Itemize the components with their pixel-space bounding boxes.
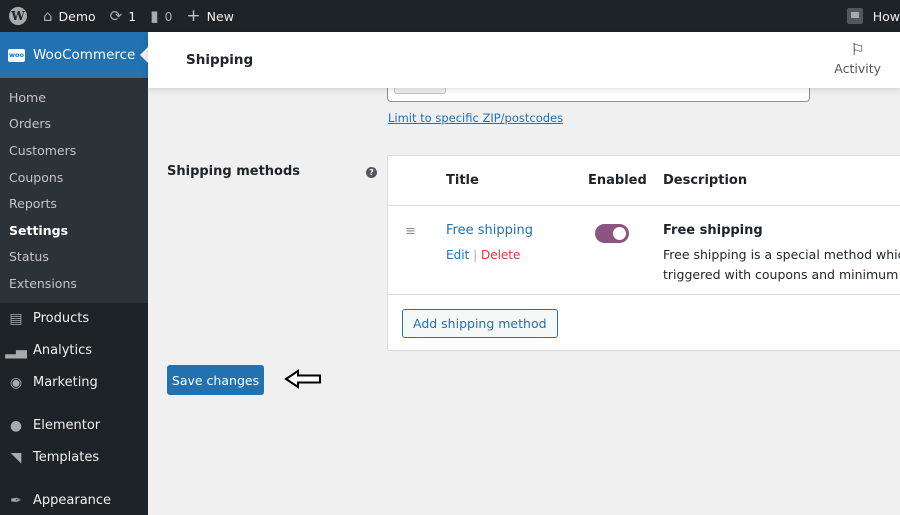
sidebar-item-label: Elementor (33, 418, 101, 434)
activity-label: Activity (834, 61, 881, 76)
page-header: Shipping ⚐ Activity (148, 32, 900, 88)
sidebar-item-label: Templates (33, 450, 100, 466)
submenu-item-status[interactable]: Status (0, 244, 148, 271)
method-title-link[interactable]: Free shipping (446, 223, 533, 238)
wordpress-menu[interactable]: W (0, 0, 36, 32)
archive-icon: ▤ (9, 310, 23, 327)
sidebar-item-label: Products (33, 311, 90, 327)
table-row: ≡ Free shipping Edit | Delete Free shipp… (388, 206, 900, 295)
new-label: New (206, 8, 234, 24)
submenu-item-reports[interactable]: Reports (0, 190, 148, 217)
updates-link[interactable]: ⟳ 1 (103, 0, 144, 32)
shipping-methods-table: Title Enabled Description ≡ Free shippin… (387, 155, 900, 351)
edit-link[interactable]: Edit (446, 248, 469, 262)
column-description: Description (663, 173, 748, 188)
notification-icon[interactable] (846, 8, 863, 24)
submenu-item-orders[interactable]: Orders (0, 111, 148, 138)
sidebar-item-label: Analytics (33, 343, 93, 359)
table-footer: Add shipping method (388, 295, 900, 350)
column-title: Title (446, 173, 479, 188)
sidebar-item-templates[interactable]: ◥ Templates (0, 442, 148, 474)
wordpress-logo-icon: W (9, 7, 27, 25)
save-changes-button[interactable]: Save changes (167, 365, 264, 395)
pointer-arrow-icon (284, 369, 321, 389)
sidebar-item-analytics[interactable]: ▂▄ Analytics (0, 335, 148, 367)
activity-button[interactable]: ⚐ Activity (834, 40, 881, 77)
sidebar-item-label: WooCommerce (33, 47, 136, 63)
sidebar-item-label: Appearance (33, 493, 112, 509)
sidebar-item-products[interactable]: ▤ Products (0, 303, 148, 335)
method-description-title: Free shipping (663, 223, 763, 238)
site-name-link[interactable]: ⌂ Demo (36, 0, 103, 32)
comments-count: 0 (164, 8, 173, 24)
sidebar-item-elementor[interactable]: ● Elementor (0, 410, 148, 442)
submenu-item-settings[interactable]: Settings (0, 217, 148, 244)
admin-bar: W ⌂ Demo ⟳ 1 ▮ 0 + New How (0, 0, 900, 32)
shipping-methods-label: Shipping methods (167, 164, 301, 179)
comment-icon: ▮ (150, 6, 159, 25)
add-shipping-method-button[interactable]: Add shipping method (402, 309, 558, 338)
description-line: Free shipping is a special method which … (663, 247, 900, 262)
submenu-item-coupons[interactable]: Coupons (0, 164, 148, 191)
sidebar-item-woocommerce[interactable]: woo WooCommerce (0, 32, 148, 78)
flag-icon: ⚐ (850, 40, 865, 59)
submenu-item-home[interactable]: Home (0, 84, 148, 111)
submenu-item-extensions[interactable]: Extensions (0, 270, 148, 297)
description-line: triggered with coupons and minimum sp (663, 267, 900, 282)
elementor-icon: ● (9, 417, 23, 434)
home-icon: ⌂ (43, 6, 53, 25)
column-enabled: Enabled (588, 173, 647, 188)
sidebar-item-label: Marketing (33, 375, 98, 391)
folder-icon: ◥ (10, 449, 22, 466)
paintbrush-icon: ✒ (10, 492, 22, 509)
bar-chart-icon: ▂▄ (5, 342, 27, 359)
limit-postcodes-link[interactable]: Limit to specific ZIP/postcodes (388, 111, 563, 125)
row-actions: Edit | Delete (446, 248, 520, 262)
table-header: Title Enabled Description (388, 156, 900, 206)
admin-sidebar: woo WooCommerce Home Orders Customers Co… (0, 32, 148, 515)
plus-icon: + (186, 5, 201, 26)
updates-count: 1 (128, 8, 137, 24)
sidebar-item-marketing[interactable]: ◉ Marketing (0, 367, 148, 399)
help-icon[interactable]: ? (366, 167, 377, 178)
drag-handle-icon[interactable]: ≡ (405, 224, 416, 239)
comments-link[interactable]: ▮ 0 (143, 0, 179, 32)
action-separator: | (473, 248, 478, 262)
woocommerce-submenu: Home Orders Customers Coupons Reports Se… (0, 78, 148, 303)
site-name: Demo (58, 8, 96, 24)
howdy-label[interactable]: How (873, 9, 900, 24)
current-menu-arrow (140, 47, 148, 63)
method-description: Free shipping is a special method which … (663, 245, 900, 285)
refresh-icon: ⟳ (109, 6, 123, 25)
delete-link[interactable]: Delete (481, 248, 520, 262)
sidebar-item-appearance[interactable]: ✒ Appearance (0, 485, 148, 515)
new-content-link[interactable]: + New (179, 0, 241, 32)
submenu-item-customers[interactable]: Customers (0, 137, 148, 164)
enabled-toggle[interactable] (595, 224, 629, 243)
megaphone-icon: ◉ (9, 374, 23, 391)
woocommerce-logo-icon: woo (8, 48, 25, 62)
page-title: Shipping (186, 52, 254, 68)
